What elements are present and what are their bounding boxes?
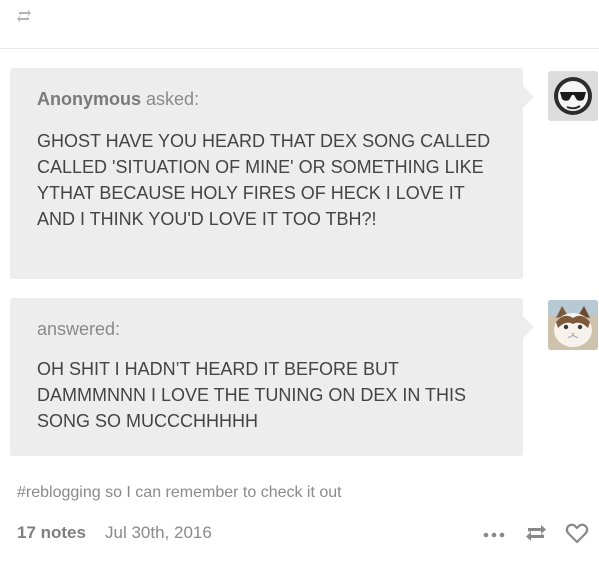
reblog-icon[interactable] <box>15 7 33 25</box>
cat-avatar <box>548 300 598 350</box>
ask-bubble: Anonymous asked: GHOST HAVE YOU HEARD TH… <box>10 68 534 279</box>
post-tags[interactable]: #reblogging so I can remember to check i… <box>17 484 342 502</box>
ellipsis-icon[interactable] <box>483 532 505 538</box>
heart-icon[interactable] <box>565 522 589 544</box>
answered-label: answered: <box>37 319 121 339</box>
post-footer: 17 notes Jul 30th, 2016 <box>17 522 591 546</box>
question-text: GHOST HAVE YOU HEARD THAT DEX SONG CALLE… <box>37 131 491 229</box>
asker-line: Anonymous asked: <box>37 88 497 110</box>
post-date[interactable]: Jul 30th, 2016 <box>105 522 212 544</box>
post-header <box>0 0 599 49</box>
reblog-icon[interactable] <box>524 522 548 544</box>
asked-label: asked: <box>146 89 200 109</box>
anonymous-avatar[interactable] <box>548 71 598 121</box>
asker-name[interactable]: Anonymous <box>37 89 141 109</box>
notes-count[interactable]: 17 notes <box>17 522 86 544</box>
answer-text: OH SHIT I HADN’T HEARD IT BEFORE BUT DAM… <box>37 359 467 431</box>
answerer-avatar[interactable] <box>548 300 598 350</box>
sunglasses-face-icon <box>548 71 598 121</box>
answer-bubble: answered: OH SHIT I HADN’T HEARD IT BEFO… <box>10 298 534 456</box>
